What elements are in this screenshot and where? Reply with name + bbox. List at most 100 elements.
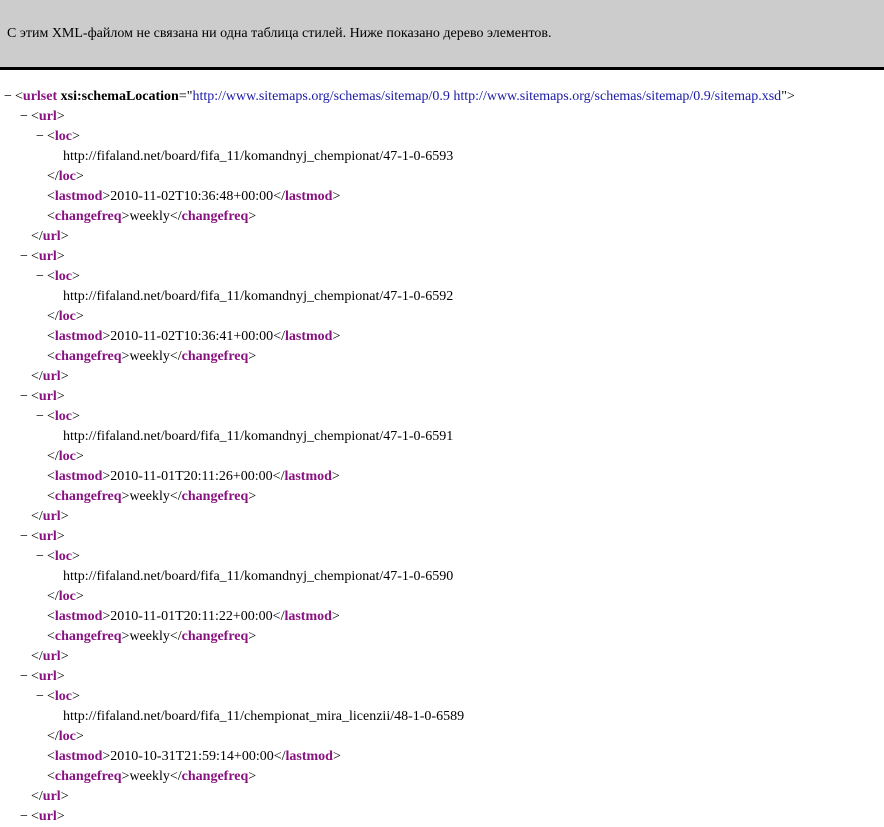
close-bracket: >: [332, 329, 341, 344]
open-bracket: </: [273, 189, 285, 204]
url-entry: − <url> − <loc> http://fifaland.net/board/fi…: [0, 387, 884, 527]
url-close-line: </url>: [0, 647, 884, 667]
close-bracket: >: [60, 369, 69, 384]
open-bracket: </: [273, 329, 285, 344]
changefreq-line: <changefreq>weekly</changefreq>: [0, 767, 884, 787]
collapse-toggle-loc[interactable]: −: [36, 267, 47, 287]
open-bracket: </: [47, 309, 59, 324]
open-bracket: </: [31, 789, 43, 804]
open-bracket: <: [31, 529, 39, 544]
close-bracket: >: [248, 349, 257, 364]
loc-tag: loc: [54, 689, 73, 704]
loc-value-line: http://fifaland.net/board/fifa_11/chempi…: [0, 707, 884, 727]
close-bracket: >: [331, 469, 340, 484]
url-close-line: </url>: [0, 787, 884, 807]
open-bracket: <: [31, 249, 39, 264]
loc-tag: loc: [54, 549, 73, 564]
changefreq-value: weekly: [129, 209, 170, 224]
close-bracket: >: [332, 749, 341, 764]
url-tag: url: [42, 649, 61, 664]
lastmod-tag: lastmod: [54, 189, 103, 204]
changefreq-value: weekly: [129, 349, 170, 364]
lastmod-line: <lastmod>2010-11-02T10:36:41+00:00</last…: [0, 327, 884, 347]
loc-tag: loc: [58, 449, 76, 464]
url-tag: url: [38, 109, 57, 124]
open-bracket: </: [47, 449, 59, 464]
loc-close-line: </loc>: [0, 447, 884, 467]
close-bracket: >: [56, 389, 65, 404]
open-bracket: <: [47, 189, 55, 204]
url-entry: − <url> − <loc> http://fifaland.net/board/fi…: [0, 247, 884, 387]
lastmod-line: <lastmod>2010-11-01T20:11:26+00:00</last…: [0, 467, 884, 487]
changefreq-tag: changefreq: [181, 489, 249, 504]
open-bracket: </: [169, 769, 182, 784]
open-bracket: <: [47, 769, 55, 784]
open-bracket: </: [169, 209, 182, 224]
close-bracket: >: [75, 589, 84, 604]
close-bracket: >: [56, 529, 65, 544]
loc-value-line: http://fifaland.net/board/fifa_11/komand…: [0, 427, 884, 447]
collapse-toggle-loc[interactable]: −: [36, 687, 47, 707]
close-bracket: >: [331, 609, 340, 624]
open-bracket: <: [47, 409, 55, 424]
lastmod-tag: lastmod: [284, 329, 333, 344]
open-bracket: <: [47, 629, 55, 644]
loc-tag: loc: [58, 309, 76, 324]
changefreq-value: weekly: [129, 769, 170, 784]
open-bracket: <: [47, 549, 55, 564]
close-bracket: >: [72, 549, 80, 564]
changefreq-line: <changefreq>weekly</changefreq>: [0, 207, 884, 227]
loc-open-line: − <loc>: [0, 547, 884, 567]
close-bracket: >: [75, 169, 84, 184]
url-tag: url: [38, 669, 57, 684]
url-entry: − <url> − <loc> http://fifaland.net/board/fi…: [0, 107, 884, 247]
open-bracket: <: [47, 469, 55, 484]
lastmod-tag: lastmod: [284, 469, 332, 484]
close-bracket: >: [56, 249, 65, 264]
loc-value: http://fifaland.net/board/fifa_11/komand…: [63, 149, 454, 164]
close-bracket: >: [72, 409, 80, 424]
url-open-line: − <url>: [0, 667, 884, 687]
urlset-tag: urlset: [22, 89, 58, 104]
url-tag: url: [42, 369, 61, 384]
collapse-toggle-url[interactable]: −: [20, 387, 31, 407]
xml-info-bar: С этим XML-файлом не связана ни одна таб…: [0, 0, 884, 67]
lastmod-value: 2010-11-01T20:11:22+00:00: [110, 609, 273, 624]
url-open-line: − <url>: [0, 107, 884, 127]
collapse-toggle-loc[interactable]: −: [36, 547, 47, 567]
open-bracket: <: [47, 689, 55, 704]
open-bracket: </: [273, 749, 286, 764]
open-bracket: <: [31, 109, 39, 124]
collapse-toggle-urlset[interactable]: −: [4, 87, 15, 107]
collapse-toggle-url[interactable]: −: [20, 667, 31, 687]
url-close-line: </url>: [0, 367, 884, 387]
collapse-toggle-url[interactable]: −: [20, 527, 31, 547]
close-bracket: >: [75, 729, 84, 744]
close-bracket: >: [72, 269, 80, 284]
collapse-toggle-loc[interactable]: −: [36, 127, 47, 147]
collapse-toggle-url[interactable]: −: [20, 807, 31, 827]
changefreq-line: <changefreq>weekly</changefreq>: [0, 627, 884, 647]
open-bracket: </: [47, 169, 59, 184]
open-bracket: <: [47, 749, 55, 764]
collapse-toggle-url[interactable]: −: [20, 107, 31, 127]
collapse-toggle-loc[interactable]: −: [36, 407, 47, 427]
open-bracket: <: [47, 489, 55, 504]
open-bracket: <: [47, 329, 55, 344]
open-bracket: <: [47, 349, 55, 364]
open-bracket: </: [272, 469, 285, 484]
changefreq-value: weekly: [129, 629, 170, 644]
collapse-toggle-url[interactable]: −: [20, 247, 31, 267]
loc-value: http://fifaland.net/board/fifa_11/chempi…: [63, 709, 465, 724]
close-bracket: >: [60, 229, 69, 244]
close-bracket: >: [332, 189, 341, 204]
open-bracket: <: [31, 389, 39, 404]
loc-close-line: </loc>: [0, 587, 884, 607]
urlset-open-line: − <urlset xsi:schemaLocation="http://www.…: [0, 87, 884, 107]
url-tag: url: [42, 509, 61, 524]
open-bracket: <: [47, 209, 55, 224]
url-tag: url: [42, 229, 61, 244]
loc-value-line: http://fifaland.net/board/fifa_11/komand…: [0, 287, 884, 307]
changefreq-value: weekly: [129, 489, 170, 504]
open-bracket: </: [31, 509, 43, 524]
